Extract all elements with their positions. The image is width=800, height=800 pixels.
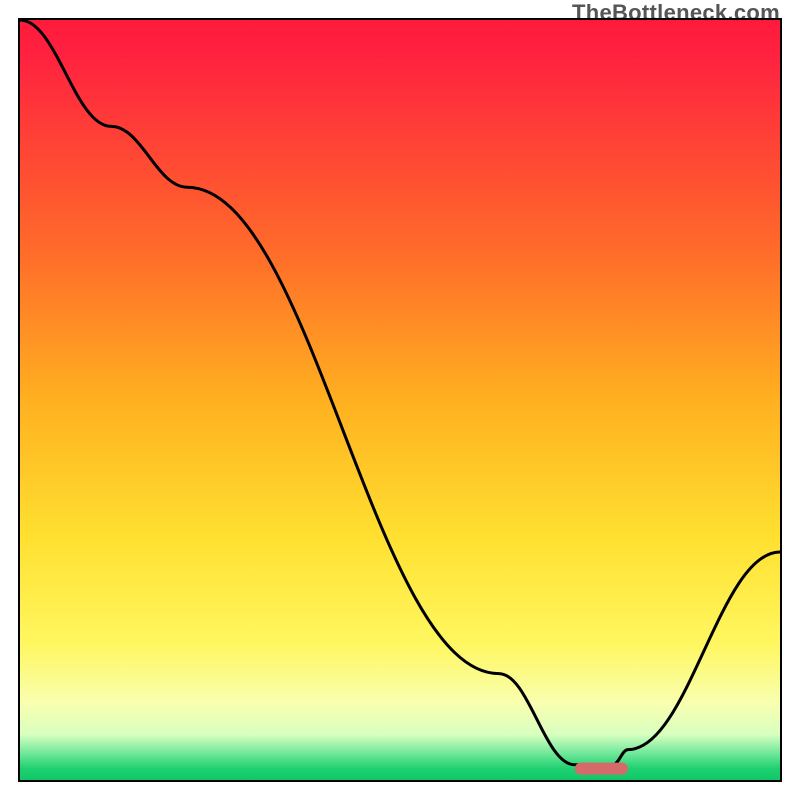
plot-background <box>20 20 780 780</box>
bottleneck-chart <box>18 18 782 782</box>
chart-frame <box>18 18 782 782</box>
optimal-range-marker <box>575 763 628 775</box>
